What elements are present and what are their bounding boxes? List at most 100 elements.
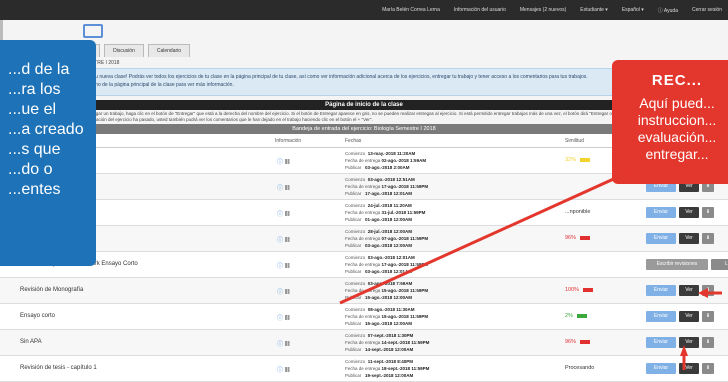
- left-callout-line: ...ra los: [8, 81, 61, 98]
- tab-calendar[interactable]: Calendario: [147, 44, 191, 57]
- view-button[interactable]: Ver: [679, 233, 699, 244]
- view-button[interactable]: Ver: [679, 363, 699, 374]
- right-callout-body: Aquí pued... instruccion... evaluación... e…: [612, 95, 728, 163]
- row-actions: Escribir revisionesLeer revisiones: [646, 259, 728, 278]
- download-icon[interactable]: ⬇: [702, 311, 714, 322]
- stats-icon[interactable]: [285, 367, 292, 372]
- right-callout-line: evaluación...: [637, 129, 717, 145]
- view-button[interactable]: Ver: [679, 337, 699, 348]
- view-button[interactable]: Ver: [679, 311, 699, 322]
- view-button[interactable]: Ver: [679, 285, 699, 296]
- row-actions: EnviarVer⬇: [646, 311, 714, 322]
- left-callout-line: ...do o: [8, 161, 53, 178]
- info-icon[interactable]: ⓘ: [277, 209, 292, 218]
- submit-button[interactable]: Enviar: [646, 285, 676, 296]
- col-info: Información: [275, 138, 302, 144]
- similarity-bar: [580, 235, 591, 240]
- submit-button[interactable]: Enviar: [646, 337, 676, 348]
- submit-button[interactable]: Enviar: [646, 311, 676, 322]
- table-row: ⓘ Comienzo 28-jul.-2018 12:00AM Fecha de…: [0, 226, 728, 252]
- view-button[interactable]: Ver: [679, 207, 699, 218]
- user-name-link[interactable]: María Belén Correa Lerna: [382, 7, 440, 13]
- similarity-bar: [580, 339, 591, 344]
- left-callout-line: ...d de la: [8, 61, 70, 78]
- left-callout-line: ...entes: [8, 181, 61, 198]
- download-icon[interactable]: ⬇: [702, 233, 714, 244]
- download-icon[interactable]: ⬇: [702, 207, 714, 218]
- submit-button[interactable]: Enviar: [646, 363, 676, 374]
- info-icon[interactable]: ⓘ: [277, 365, 292, 374]
- stats-icon[interactable]: [285, 237, 292, 242]
- language-menu[interactable]: Español ▾: [622, 7, 644, 13]
- logo: [83, 24, 103, 38]
- assignment-dates: Comienzo 03-ago.-2018 7:59AM Fecha de en…: [345, 281, 429, 300]
- info-icon[interactable]: ⓘ: [277, 235, 292, 244]
- stats-icon[interactable]: [285, 315, 292, 320]
- messages-link[interactable]: Mensajes (2 nuevos): [520, 7, 566, 13]
- col-similarity: Similitud: [565, 138, 584, 144]
- role-menu[interactable]: Estudiante ▾: [580, 7, 608, 13]
- submit-button[interactable]: Enviar: [646, 233, 676, 244]
- similarity-bar: [580, 157, 591, 162]
- info-icon[interactable]: ⓘ: [277, 339, 292, 348]
- similarity-bar: [583, 287, 594, 292]
- similarity-score[interactable]: ...nponible: [565, 209, 590, 215]
- stats-icon[interactable]: [285, 289, 292, 294]
- write-reviews-button[interactable]: Escribir revisiones: [646, 259, 708, 270]
- stats-icon[interactable]: [285, 263, 292, 268]
- right-callout-line: instruccion...: [637, 112, 717, 128]
- submit-button[interactable]: Enviar: [646, 207, 676, 218]
- assignment-dates: Comienzo 03-ago.-2018 12:01AM Fecha de e…: [345, 255, 429, 274]
- table-row: PeerMark: Ejercicio Peermark Ensayo Cort…: [0, 252, 728, 278]
- user-info-link[interactable]: Información del usuario: [454, 7, 506, 13]
- info-icon[interactable]: ⓘ: [277, 157, 292, 166]
- assignment-dates: Comienzo 07-sept.-2018 1:30PM Fecha de e…: [345, 333, 430, 352]
- assignment-title[interactable]: Revisión de Monografía: [20, 287, 83, 293]
- table-row: Sin APA ⓘ Comienzo 07-sept.-2018 1:30PM …: [0, 330, 728, 356]
- assignment-title[interactable]: Revisión de tesis - capítulo 1: [20, 365, 97, 371]
- row-actions: EnviarVer⬇: [646, 207, 714, 218]
- similarity-score[interactable]: Procesando: [565, 365, 594, 371]
- tab-discussion[interactable]: Discusión: [104, 44, 144, 57]
- stats-icon[interactable]: [285, 185, 292, 190]
- similarity-score[interactable]: 32%: [565, 157, 591, 163]
- stats-icon[interactable]: [285, 159, 292, 164]
- stats-icon[interactable]: [285, 341, 292, 346]
- left-callout-line: ...a creado: [8, 121, 84, 138]
- assignment-title[interactable]: Ensayo corto: [20, 313, 55, 319]
- left-callout-line: ...s que: [8, 141, 61, 158]
- table-row: Revisión de Monografía ⓘ Comienzo 03-ago…: [0, 278, 728, 304]
- top-navigation-bar: María Belén Correa Lerna Información del…: [0, 0, 728, 20]
- row-actions: EnviarVer⬇: [646, 337, 714, 348]
- similarity-score[interactable]: 100%: [565, 287, 594, 293]
- info-icon[interactable]: ⓘ: [277, 183, 292, 192]
- help-link[interactable]: ⓘ Ayuda: [658, 7, 678, 14]
- assignment-dates: Comienzo 24-jul.-2018 11:20AM Fecha de e…: [345, 203, 426, 222]
- info-icon[interactable]: ⓘ: [277, 313, 292, 322]
- right-callout-line: Aquí pued...: [639, 95, 715, 111]
- download-icon[interactable]: ⬇: [702, 363, 714, 374]
- left-callout: ...d de la ...ra los ...ue el ...a creado..…: [0, 40, 96, 266]
- assignment-dates: Comienzo 08-ago.-2018 11:30AM Fecha de e…: [345, 307, 429, 326]
- col-dates: Fechas: [345, 138, 362, 144]
- similarity-score[interactable]: 2%: [565, 313, 587, 319]
- left-callout-line: ...ue el: [8, 101, 57, 118]
- logout-link[interactable]: Cerrar sesión: [692, 7, 722, 13]
- right-callout-title: REC...: [651, 72, 703, 89]
- download-icon[interactable]: ⬇: [702, 285, 714, 296]
- read-reviews-button[interactable]: Leer revisiones: [711, 259, 728, 278]
- similarity-bar: [576, 313, 587, 318]
- assignment-title[interactable]: Sin APA: [20, 339, 42, 345]
- download-icon[interactable]: ⬇: [702, 337, 714, 348]
- stats-icon[interactable]: [285, 211, 292, 216]
- info-icon[interactable]: ⓘ: [277, 287, 292, 296]
- table-row: Ensayo corto ⓘ Comienzo 08-ago.-2018 11:…: [0, 304, 728, 330]
- assignment-dates: Comienzo 28-jul.-2018 12:00AM Fecha de e…: [345, 229, 429, 248]
- similarity-score[interactable]: 96%: [565, 235, 591, 241]
- similarity-score[interactable]: 96%: [565, 339, 591, 345]
- assignment-dates: Comienzo 13-may.-2018 11:20AM Fecha de e…: [345, 151, 427, 170]
- info-icon[interactable]: ⓘ: [277, 261, 292, 270]
- right-callout-line: entregar...: [645, 146, 709, 162]
- row-actions: EnviarVer⬇: [646, 233, 714, 244]
- right-callout: REC... Aquí pued... instruccion... evaluac…: [612, 60, 728, 184]
